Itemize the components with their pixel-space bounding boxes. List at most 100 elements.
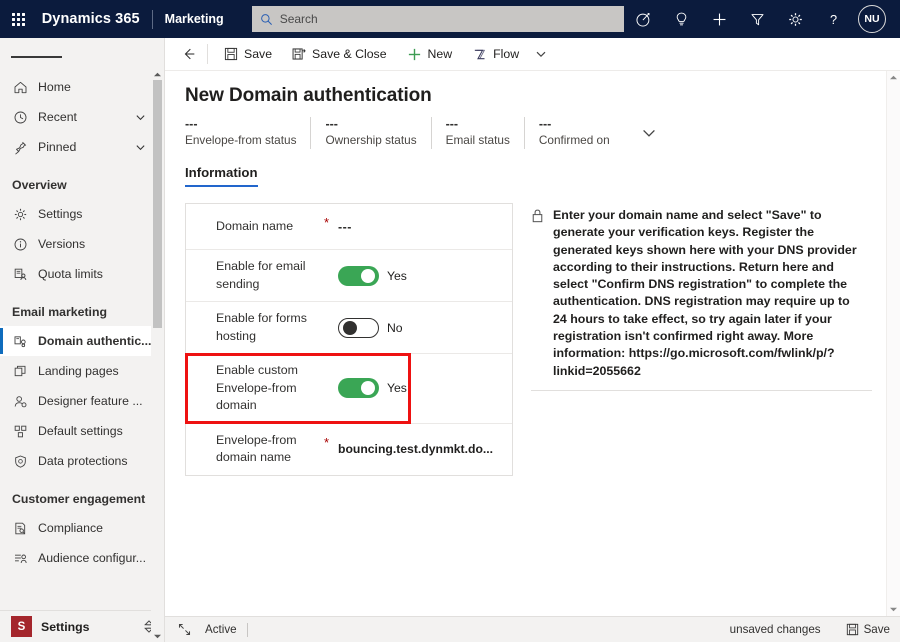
- domain-auth-icon: [12, 333, 29, 350]
- field-row-envelope-from-domain-name: Envelope-from domain name * bouncing.tes…: [186, 424, 512, 475]
- new-button[interactable]: New: [397, 39, 463, 69]
- sidebar-item-pinned[interactable]: Pinned: [0, 132, 152, 162]
- enable-custom-envelope-from-domain-toggle[interactable]: [338, 378, 379, 399]
- filter-icon[interactable]: [738, 0, 776, 38]
- sidebar-item-versions[interactable]: Versions: [0, 229, 152, 259]
- sidebar-item-label: Data protections: [38, 454, 128, 468]
- scroll-down-arrow-icon[interactable]: [153, 630, 162, 642]
- field-label: Domain name: [216, 218, 294, 233]
- sidebar-scroll-thumb[interactable]: [153, 80, 162, 328]
- sidebar-item-home[interactable]: Home: [0, 72, 152, 102]
- designer-icon: [12, 393, 29, 410]
- sidebar-item-label: Quota limits: [38, 267, 103, 281]
- sidebar-nav: Home Recent Pinned Overview Settings Ver…: [0, 72, 164, 610]
- save-and-close-button[interactable]: Save & Close: [282, 39, 397, 69]
- info-panel: Enter your domain name and select "Save"…: [531, 203, 872, 476]
- sidebar-item-label: Landing pages: [38, 364, 119, 378]
- enable-forms-hosting-toggle[interactable]: [338, 317, 379, 338]
- back-button[interactable]: [173, 39, 205, 69]
- sidebar-scrollbar[interactable]: [151, 68, 164, 642]
- status-value: ---: [325, 117, 338, 131]
- command-overflow-chevron-down-icon[interactable]: [529, 39, 553, 69]
- form-content: New Domain authentication --- Envelope-f…: [165, 71, 900, 616]
- domain-name-input[interactable]: ---: [338, 220, 512, 234]
- footer-divider: [246, 622, 248, 637]
- sidebar-item-settings[interactable]: Settings: [0, 199, 152, 229]
- sidebar-scroll-track[interactable]: [151, 80, 164, 630]
- sidebar-item-label: Settings: [38, 207, 83, 221]
- field-value: bouncing.test.dynmkt.do...: [338, 442, 494, 456]
- footer-save-button[interactable]: Save: [838, 623, 890, 636]
- status-label: Ownership status: [325, 133, 417, 147]
- sidebar-item-recent[interactable]: Recent: [0, 102, 152, 132]
- avatar[interactable]: NU: [858, 5, 887, 33]
- footer-save-label: Save: [863, 623, 890, 636]
- app-launcher-icon[interactable]: [0, 12, 38, 26]
- audience-icon: [12, 550, 29, 567]
- scroll-up-arrow-icon[interactable]: [153, 68, 162, 80]
- sidebar: Home Recent Pinned Overview Settings Ver…: [0, 38, 165, 642]
- status-label: Email status: [445, 133, 510, 147]
- app-tile: S: [11, 616, 32, 637]
- site-map-toggle[interactable]: [0, 42, 164, 72]
- pages-icon: [12, 363, 29, 380]
- save-icon: [224, 47, 238, 61]
- sidebar-item-designer-feature[interactable]: Designer feature ...: [0, 386, 152, 416]
- status-email: --- Email status: [446, 117, 525, 149]
- sidebar-item-landing-pages[interactable]: Landing pages: [0, 356, 152, 386]
- required-indicator: *: [324, 434, 330, 450]
- search-placeholder: Search: [279, 12, 318, 26]
- status-confirmed-on: --- Confirmed on: [539, 117, 624, 149]
- record-state: Active: [205, 623, 237, 636]
- sidebar-item-audience-configuration[interactable]: Audience configur...: [0, 543, 152, 573]
- sidebar-item-compliance[interactable]: Compliance: [0, 513, 152, 543]
- sidebar-item-quota-limits[interactable]: Quota limits: [0, 259, 152, 289]
- quick-create-icon[interactable]: [700, 0, 738, 38]
- form-body: New Domain authentication --- Envelope-f…: [165, 71, 886, 616]
- info-message: Enter your domain name and select "Save"…: [531, 205, 872, 391]
- sidebar-group-title: Customer engagement: [12, 492, 146, 506]
- goals-icon[interactable]: [624, 0, 662, 38]
- field-label: Enable for forms hosting: [216, 311, 307, 343]
- sidebar-item-label: Audience configur...: [38, 551, 147, 565]
- search-input[interactable]: Search: [251, 6, 625, 32]
- tab-information[interactable]: Information: [185, 165, 258, 187]
- sidebar-item-label: Recent: [38, 110, 77, 124]
- gear-icon[interactable]: [776, 0, 814, 38]
- status-envelope-from: --- Envelope-from status: [185, 117, 312, 149]
- required-spacer: [324, 366, 338, 368]
- scroll-up-arrow-icon[interactable]: [889, 71, 898, 84]
- lightbulb-icon[interactable]: [662, 0, 700, 38]
- status-label: Confirmed on: [538, 133, 610, 147]
- sidebar-item-label: Designer feature ...: [38, 394, 143, 408]
- sidebar-item-label: Versions: [38, 237, 86, 251]
- chevron-down-icon[interactable]: [135, 142, 146, 153]
- field-row-enable-custom-envelope-from-domain: Enable custom Envelope-from domain Yes: [185, 353, 512, 424]
- flow-button[interactable]: Flow: [462, 39, 529, 69]
- app-header: Dynamics 365 Marketing Search ? NU: [0, 0, 900, 38]
- field-value-wrap: No: [338, 317, 512, 338]
- save-button[interactable]: Save: [214, 39, 282, 69]
- enable-email-sending-toggle[interactable]: [338, 265, 379, 286]
- expand-icon[interactable]: [173, 623, 195, 636]
- sidebar-item-data-protections[interactable]: Data protections: [0, 446, 152, 476]
- save-and-close-label: Save & Close: [312, 47, 387, 61]
- quota-icon: [12, 266, 29, 283]
- chevron-down-icon[interactable]: [135, 112, 146, 123]
- scroll-down-arrow-icon[interactable]: [889, 603, 898, 616]
- required-spacer: [324, 262, 338, 264]
- sidebar-item-label: Pinned: [38, 140, 77, 154]
- sidebar-item-label: Compliance: [38, 521, 103, 535]
- help-icon[interactable]: ?: [814, 0, 852, 38]
- toggle-state-label: Yes: [387, 381, 407, 396]
- envelope-from-domain-name-input[interactable]: bouncing.test.dynmkt.do...: [338, 442, 512, 456]
- content-scrollbar[interactable]: [886, 71, 900, 616]
- sidebar-item-domain-authentication[interactable]: Domain authentic...: [0, 326, 152, 356]
- footer-right: unsaved changes Save: [720, 623, 890, 636]
- field-row-enable-forms-hosting: Enable for forms hosting No: [186, 302, 512, 354]
- clock-icon: [12, 109, 29, 126]
- header-expand-chevron-down-icon[interactable]: [638, 117, 658, 149]
- sidebar-item-default-settings[interactable]: Default settings: [0, 416, 152, 446]
- sidebar-app-switcher[interactable]: S Settings: [0, 610, 164, 642]
- field-row-enable-email-sending: Enable for email sending Yes: [186, 250, 512, 302]
